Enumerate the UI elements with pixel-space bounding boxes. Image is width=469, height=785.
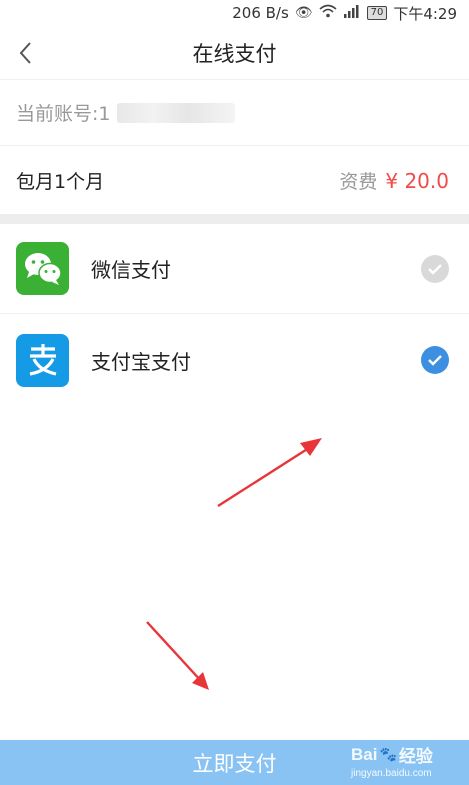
redacted-account-number [116,102,235,123]
annotation-arrow-to-alipay [217,438,322,508]
chevron-left-icon [19,42,31,64]
alipay-icon [16,333,69,387]
payment-option-wechat[interactable]: 微信支付 [0,224,469,314]
back-button[interactable] [10,36,40,70]
clock-time: 下午4:29 [393,4,457,23]
wechat-icon [16,242,69,295]
checkmark-unselected-icon[interactable] [421,254,449,283]
battery-icon: 70 [366,6,388,20]
plan-row: 包月1个月 资费 ¥ 20.0 [0,146,469,214]
payment-label-wechat: 微信支付 [91,258,171,282]
annotation-arrow-to-pay-button [146,621,209,690]
checkmark-selected-icon[interactable] [421,346,449,374]
account-label: 当前账号:1 [16,103,111,125]
page-title: 在线支付 [192,41,277,66]
signal-icon [343,4,361,22]
status-bar: 206 B/s 👁 70 下午4:29 [0,0,469,26]
section-divider [0,214,469,224]
nav-bar: 在线支付 [0,26,469,80]
account-row: 当前账号:1 [0,80,469,146]
payment-label-alipay: 支付宝支付 [91,349,191,374]
network-speed: 206 B/s [232,4,289,22]
wifi-icon [319,4,337,22]
plan-name: 包月1个月 [16,170,105,193]
fee-info: 资费 ¥ 20.0 [339,167,449,194]
fee-price: ¥ 20.0 [385,168,449,193]
fee-label: 资费 [339,170,378,193]
pay-now-button[interactable]: 立即支付 [0,740,469,785]
payment-option-alipay[interactable]: 支付宝支付 [0,315,469,405]
eye-icon: 👁 [294,5,313,21]
